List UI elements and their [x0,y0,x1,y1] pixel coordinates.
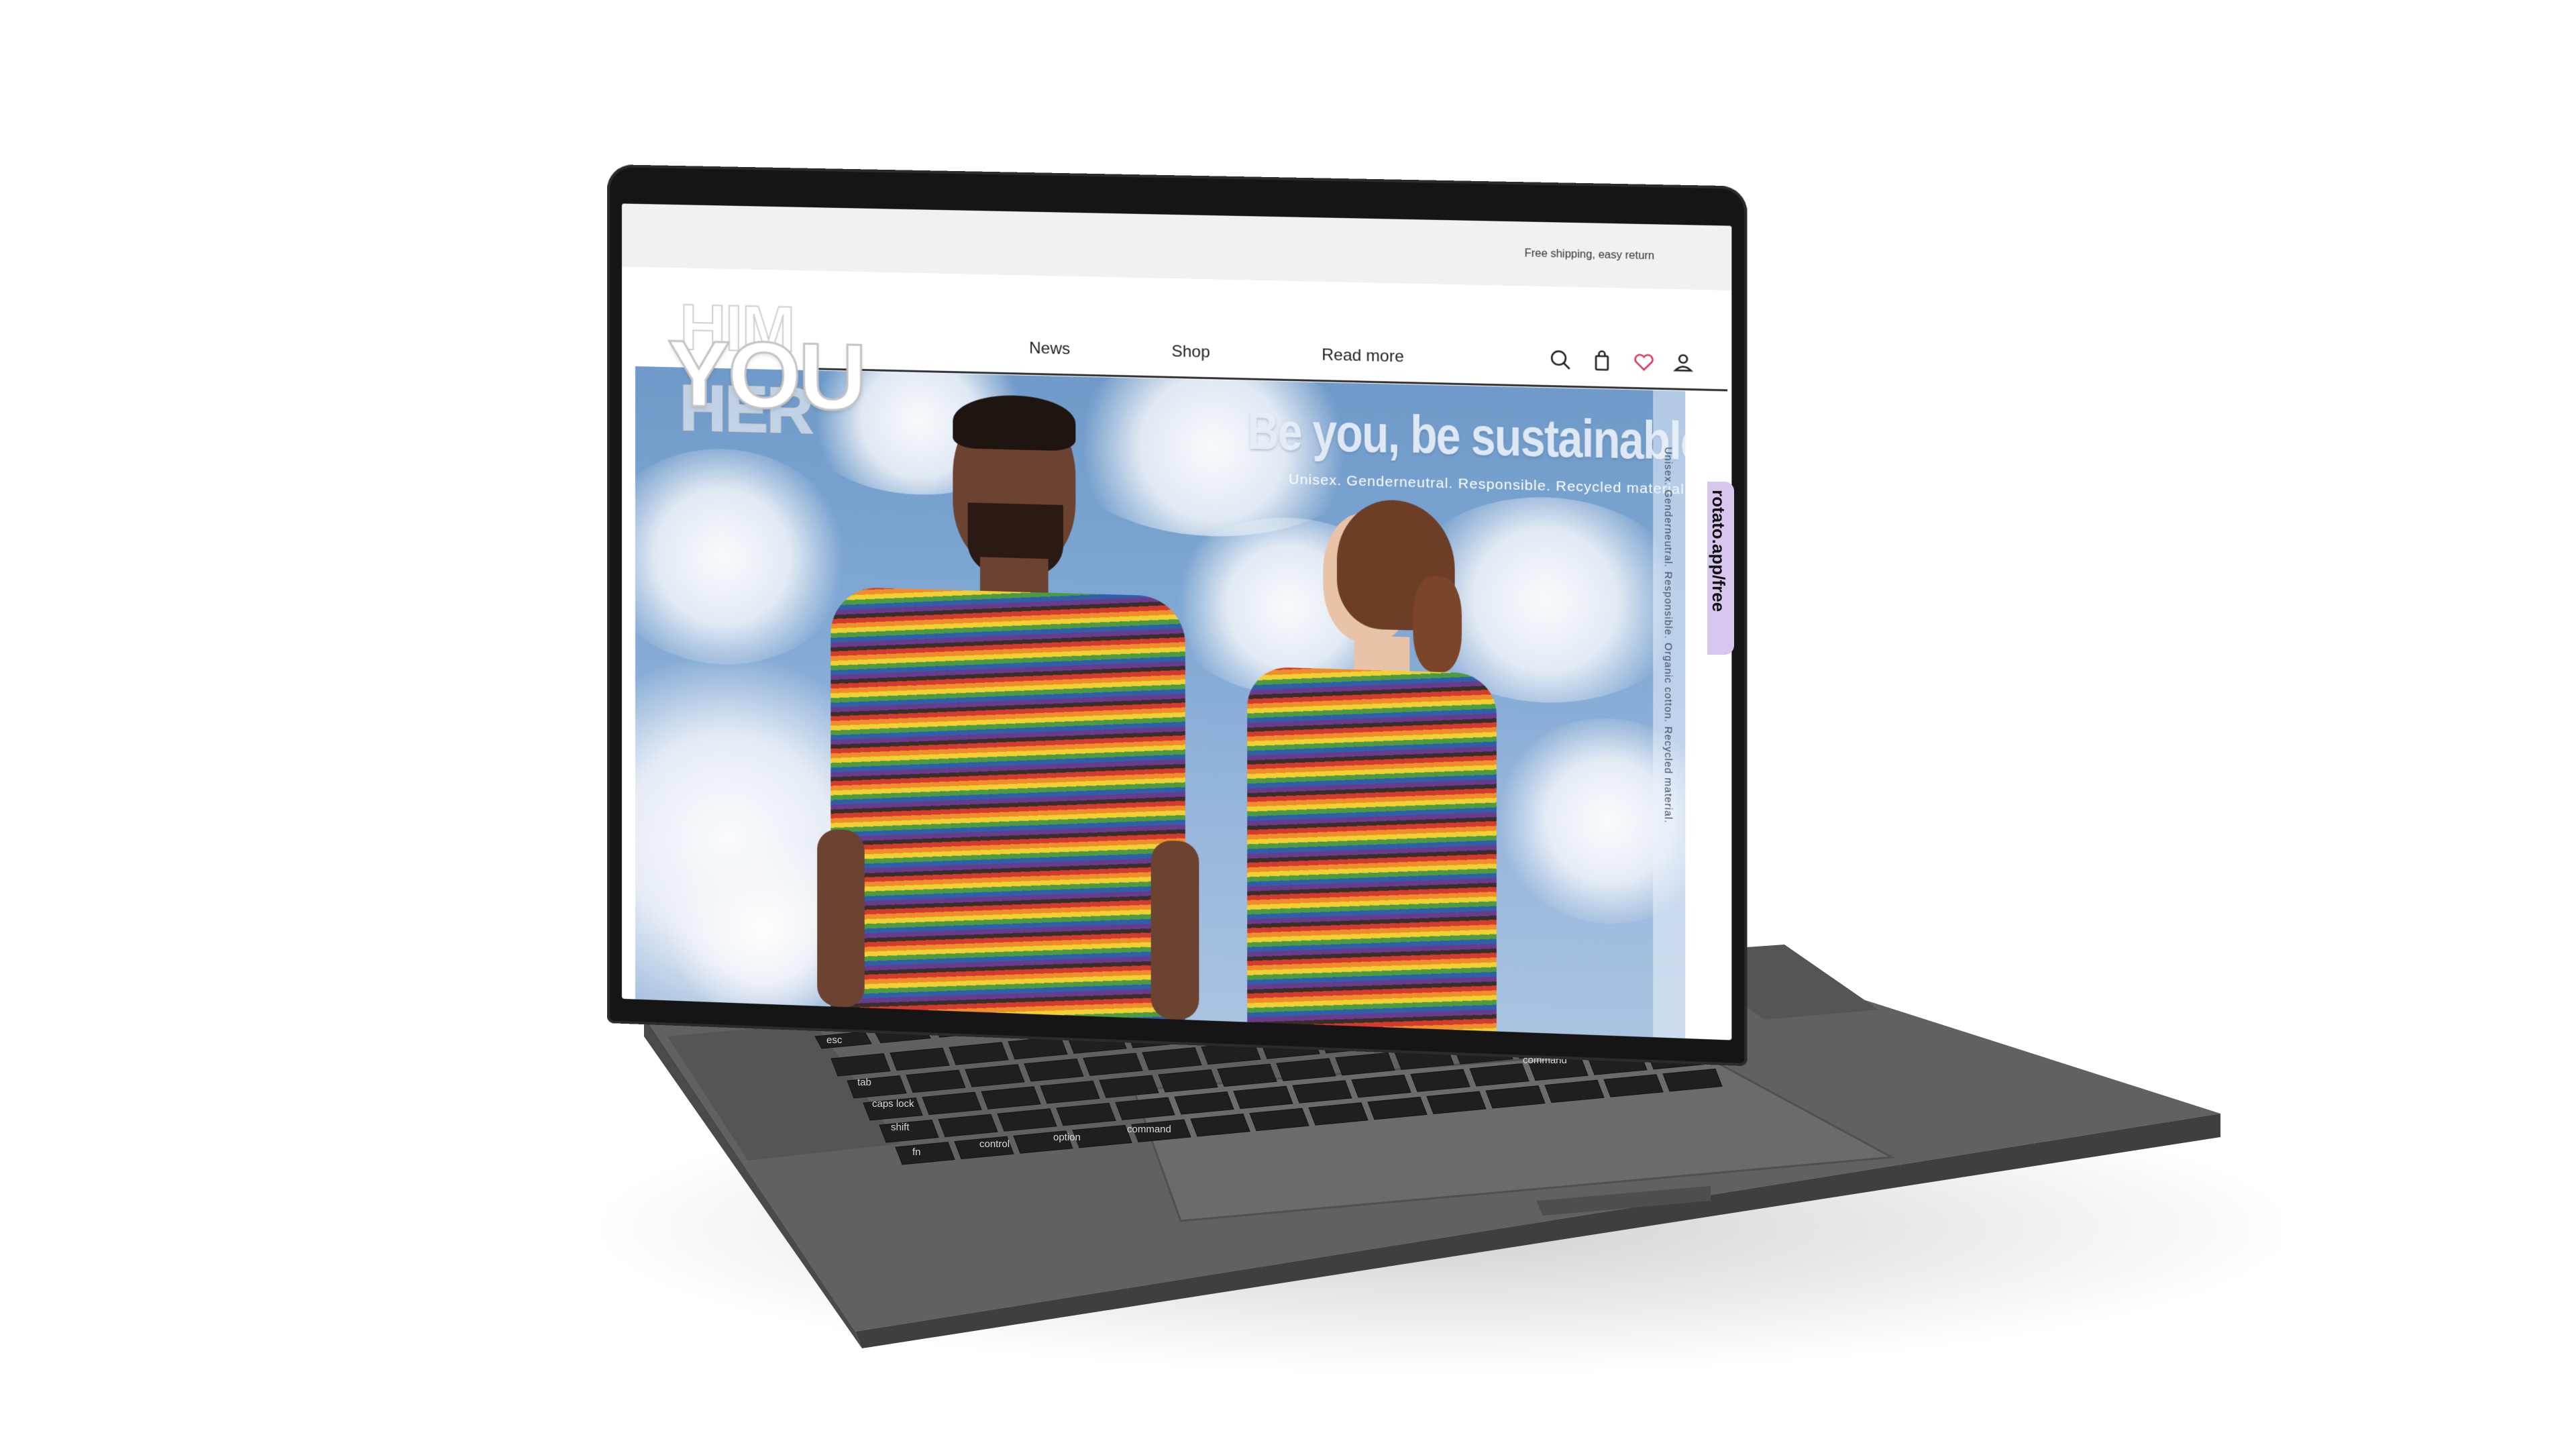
bag-icon[interactable] [1590,349,1613,373]
man-striped-tshirt [830,586,1185,1020]
keyboard-key[interactable] [1158,1069,1218,1093]
nav-shop[interactable]: Shop [1171,342,1210,362]
key-option-left-label: option [1053,1132,1081,1143]
keyboard-key[interactable] [1276,1058,1336,1081]
keyboard-key[interactable] [938,1114,998,1138]
keyboard-key[interactable] [814,1031,872,1049]
keyboard-key[interactable] [1426,1091,1487,1114]
keyboard-key[interactable] [1308,1102,1368,1126]
keyboard-key[interactable] [1485,1085,1546,1109]
key-command-left-label: command [1127,1124,1171,1135]
keyboard-key[interactable] [1056,1102,1116,1126]
keyboard-key[interactable] [1040,1080,1100,1104]
heart-icon[interactable] [1632,350,1656,374]
laptop-screen: Free shipping, easy return Be you, be su… [621,203,1732,1040]
keyboard-key[interactable] [1469,1063,1529,1087]
keyboard-key[interactable] [890,1047,950,1071]
laptop-mockup-stage: esc tab caps lock shift fn control optio… [0,0,2576,1449]
keyboard-key[interactable] [1662,1068,1723,1092]
woman-striped-tshirt [1247,666,1497,1032]
woman-ponytail [1413,576,1462,673]
announcement-text: Free shipping, easy return [1524,248,1655,262]
keyboard-key[interactable] [997,1108,1057,1132]
logo-you: YOU [667,319,865,431]
keyboard-key[interactable] [981,1086,1041,1110]
keyboard-key[interactable] [1099,1075,1159,1098]
key-control-label: control [979,1138,1010,1150]
keyboard-key[interactable] [1351,1074,1411,1098]
keyboard-key[interactable] [1083,1053,1143,1076]
key-fn-label: fn [912,1146,921,1158]
side-strip: Unisex. Genderneutral. Responsible. Orga… [1653,390,1686,1038]
hero-banner: Be you, be sustainable Unisex. Genderneu… [635,366,1686,1038]
keyboard-key[interactable] [1024,1058,1084,1082]
side-text: Unisex. Genderneutral. Responsible. Orga… [1662,446,1674,824]
keyboard-key[interactable] [1410,1069,1470,1092]
man-arm-left [817,828,865,1008]
model-man [817,384,1199,1020]
key-tab-label: tab [857,1077,871,1088]
key-shift-left-label: shift [891,1122,910,1133]
key-caps-label: caps lock [872,1098,914,1110]
search-icon[interactable] [1549,348,1572,372]
keyboard-key[interactable] [1072,1124,1132,1148]
keyboard-key[interactable] [1217,1063,1277,1087]
keyboard-key[interactable] [1249,1108,1309,1132]
keyboard-key[interactable] [1544,1079,1605,1104]
rotato-watermark-text: rotato.app/free [1709,490,1729,612]
laptop-lid: Free shipping, easy return Be you, be su… [607,164,1748,1067]
nav-news[interactable]: News [1029,339,1070,359]
keyboard-key[interactable] [922,1091,982,1116]
keyboard-key[interactable] [830,1053,891,1077]
keyboard-key[interactable] [906,1069,966,1093]
nav-read-more[interactable]: Read more [1322,345,1404,366]
keyboard-key[interactable] [1367,1096,1428,1120]
man-hair [953,394,1076,451]
keyboard-key[interactable] [965,1064,1025,1087]
model-woman [1234,489,1497,1032]
keyboard-key[interactable] [847,1075,907,1099]
keyboard-key[interactable] [1174,1091,1234,1115]
logo[interactable]: HIM HER YOU [649,290,865,463]
user-icon[interactable] [1671,351,1695,375]
keyboard-key[interactable] [895,1142,955,1165]
keyboard-key[interactable] [1603,1074,1664,1097]
keyboard-key[interactable] [1292,1080,1352,1104]
keyboard-key[interactable] [1115,1097,1175,1120]
keyboard-key[interactable] [1190,1114,1250,1137]
rotato-watermark-tag[interactable]: rotato.app/free [1707,482,1734,655]
key-esc-label: esc [826,1034,843,1046]
keyboard-key[interactable] [1233,1085,1293,1110]
man-arm-right [1150,840,1199,1020]
keyboard-key[interactable] [949,1042,1009,1065]
keyboard-key[interactable] [1142,1047,1202,1071]
hero-title: Be you, be sustainable [1247,400,1686,472]
keyboard-key[interactable] [1335,1052,1395,1076]
